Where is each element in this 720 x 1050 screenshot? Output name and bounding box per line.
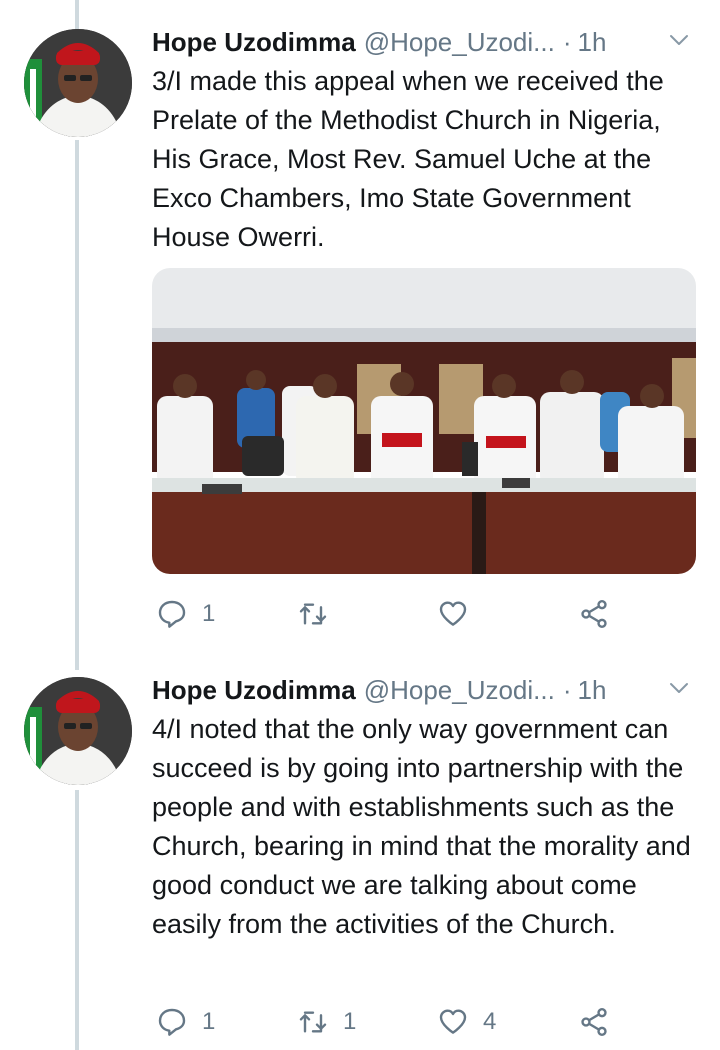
like-button[interactable]: 4 [437, 1002, 496, 1042]
chevron-down-icon[interactable] [667, 28, 691, 52]
avatar[interactable] [24, 29, 132, 137]
author-handle[interactable]: @Hope_Uzodi... [364, 675, 555, 706]
reply-count: 1 [202, 1008, 216, 1035]
share-icon [581, 1008, 607, 1036]
heart-icon [439, 1009, 467, 1034]
separator-dot: · [562, 26, 572, 57]
reply-button[interactable]: 1 [156, 1002, 215, 1042]
avatar[interactable] [24, 677, 132, 785]
retweet-count: 1 [343, 1008, 357, 1035]
retweet-button[interactable]: 1 [297, 1002, 356, 1042]
retweet-icon [299, 603, 327, 625]
tweet-header: Hope Uzodimma @Hope_Uzodi... · 1h [152, 24, 697, 60]
tweet-time[interactable]: 1h [578, 675, 607, 706]
share-button[interactable] [578, 594, 610, 634]
reply-icon [158, 1008, 186, 1036]
share-icon [581, 600, 607, 628]
author-handle[interactable]: @Hope_Uzodi... [364, 27, 555, 58]
tweet-photo[interactable] [152, 268, 696, 574]
author-name[interactable]: Hope Uzodimma [152, 675, 356, 706]
like-count: 4 [483, 1008, 497, 1035]
author-name[interactable]: Hope Uzodimma [152, 27, 356, 58]
retweet-icon [299, 1011, 327, 1033]
tweet-actions: 1 1 4 [152, 1002, 622, 1042]
tweet-text: 4/I noted that the only way government c… [152, 714, 691, 939]
like-button[interactable] [437, 594, 483, 634]
thread-line-middle [75, 140, 79, 670]
share-button[interactable] [578, 1002, 610, 1042]
separator-dot: · [562, 674, 572, 705]
heart-icon [439, 601, 467, 626]
tweet-time[interactable]: 1h [578, 27, 607, 58]
retweet-button[interactable] [297, 594, 343, 634]
reply-icon [158, 600, 186, 628]
tweet-header: Hope Uzodimma @Hope_Uzodi... · 1h [152, 672, 697, 708]
tweet-actions: 1 [152, 594, 622, 634]
thread-line-bottom [75, 790, 79, 1050]
reply-count: 1 [202, 600, 216, 627]
tweet-text: 3/I made this appeal when we received th… [152, 66, 664, 252]
thread-line-top [75, 0, 79, 30]
chevron-down-icon[interactable] [667, 676, 691, 700]
reply-button[interactable]: 1 [156, 594, 215, 634]
